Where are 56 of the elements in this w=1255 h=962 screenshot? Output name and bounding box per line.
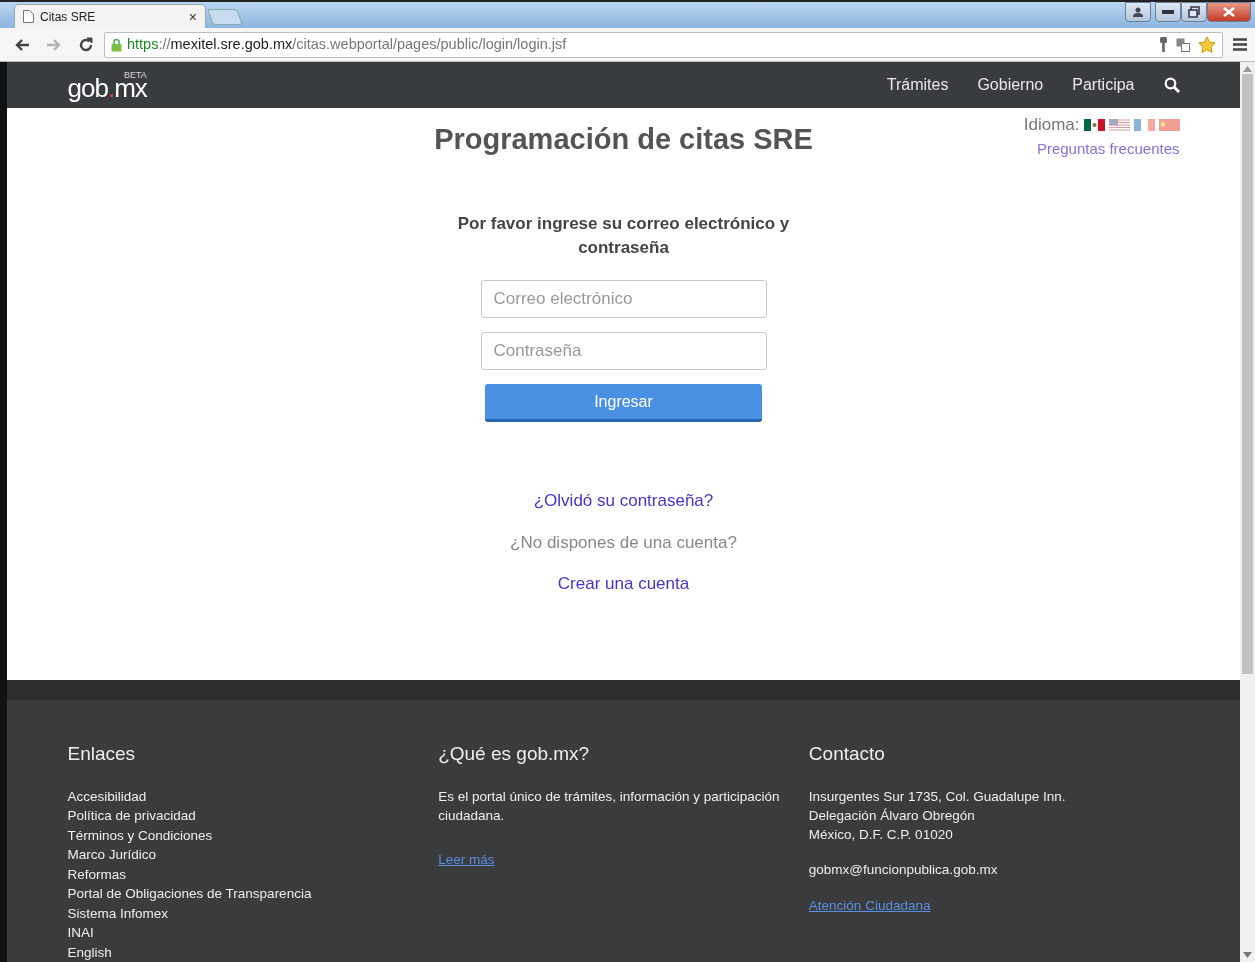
footer-heading: Contacto	[808, 742, 886, 766]
footer-link[interactable]: INAI	[67, 923, 439, 943]
close-window-button[interactable]	[1207, 2, 1251, 22]
footer-link[interactable]: Política de privacidad	[67, 806, 439, 826]
nav-link[interactable]: Participa	[1072, 73, 1135, 97]
person-icon	[1132, 6, 1144, 18]
address-line: México, D.F. C.P. 01020	[808, 825, 954, 844]
nav-link[interactable]: Gobierno	[977, 73, 1044, 97]
menu-button[interactable]	[1233, 38, 1247, 51]
menu-icon	[1233, 38, 1247, 51]
minimize-button[interactable]	[1155, 2, 1181, 22]
about-text: Es el portal único de trámites, información y participación ciudadana.	[438, 787, 781, 825]
translate-icon[interactable]	[1176, 37, 1190, 52]
address-line: Delegación Álvaro Obregón	[808, 806, 976, 825]
scrollbar[interactable]	[1240, 62, 1255, 962]
footer-link[interactable]: Términos y Condiciones	[67, 825, 439, 845]
star-icon[interactable]	[1198, 36, 1216, 53]
close-tab-button[interactable]: ×	[188, 9, 197, 24]
password-field[interactable]: Contraseña	[480, 332, 767, 370]
mexico-flag-icon[interactable]	[1083, 118, 1105, 131]
footer-link[interactable]: Accesibilidad	[67, 786, 439, 806]
no-account-text: ¿No dispones de una cuenta?	[510, 531, 737, 554]
key-icon[interactable]	[1159, 36, 1168, 53]
lock-icon	[111, 37, 122, 52]
address-line: Insurgentes Sur 1735, Col. Guadalupe Inn.	[808, 787, 1067, 806]
browser-tab[interactable]: Citas SRE ×	[14, 4, 206, 28]
back-arrow-button[interactable]	[14, 36, 30, 53]
contact-email: gobmx@funcionpublica.gob.mx	[808, 860, 999, 879]
profile-button[interactable]	[1125, 2, 1151, 22]
address-bar[interactable]: https://mexitel.sre.gob.mx/citas.webportal/pages/public/login/login.jsf	[104, 31, 1223, 58]
instruction-text: Por favor ingrese su correo electrónico y contraseña	[456, 213, 791, 259]
footer-link[interactable]: Reformas	[67, 864, 439, 884]
footer-heading: Enlaces	[67, 742, 137, 766]
restore-icon	[1188, 6, 1200, 18]
footer-link[interactable]: Marco Jurídico	[67, 845, 439, 865]
footer-link[interactable]: Portal de Obligaciones de Transparencia	[67, 884, 439, 904]
read-more-link[interactable]: Leer más	[438, 849, 495, 869]
search-icon[interactable]	[1163, 77, 1180, 93]
language-label: Idioma:	[1023, 114, 1080, 136]
minimize-icon	[1162, 10, 1174, 14]
scroll-down-icon[interactable]	[1243, 952, 1252, 958]
page-icon	[23, 10, 34, 23]
reload-button[interactable]	[78, 36, 94, 53]
footer-link[interactable]: English	[67, 942, 439, 962]
footer-heading: ¿Qué es gob.mx?	[438, 742, 591, 766]
faq-link[interactable]: Preguntas frecuentes	[1036, 137, 1180, 160]
email-field[interactable]: Correo electrónico	[480, 280, 767, 318]
nav-link[interactable]: Trámites	[886, 73, 949, 97]
footer-link[interactable]: Sistema Infomex	[67, 903, 439, 923]
restore-button[interactable]	[1181, 2, 1207, 22]
forgot-password-link[interactable]: ¿Olvidó su contraseña?	[533, 488, 714, 514]
beta-label: BETA	[123, 68, 147, 82]
page-title: Programación de citas SRE	[434, 122, 813, 157]
close-icon	[1223, 7, 1235, 17]
create-account-link[interactable]: Crear una cuenta	[557, 571, 690, 597]
url-text: https://mexitel.sre.gob.mx/citas.webportal/pages/public/login/login.jsf	[127, 34, 567, 54]
